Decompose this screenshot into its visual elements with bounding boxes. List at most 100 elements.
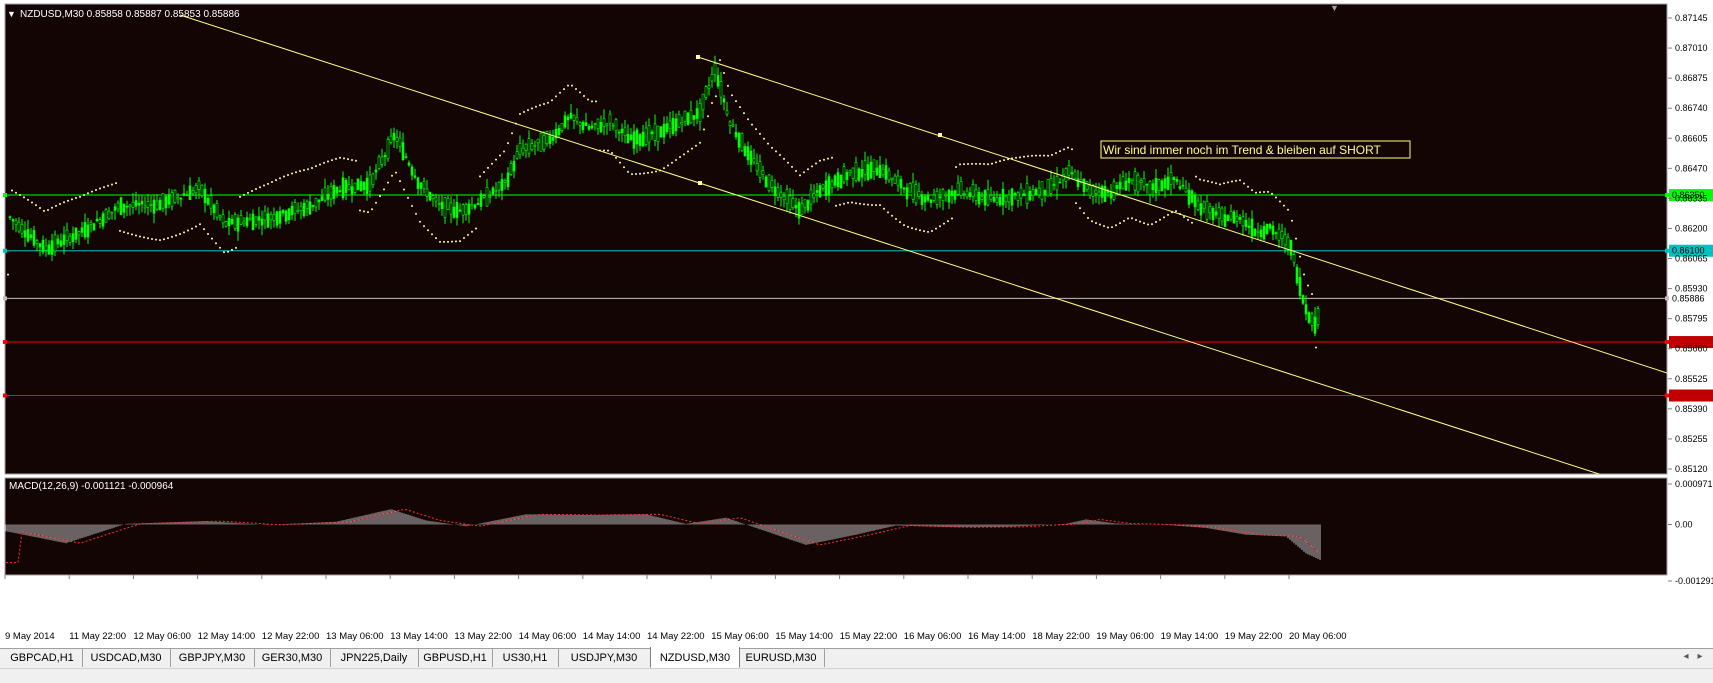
price-candle-body xyxy=(1139,180,1143,183)
price-candle-body xyxy=(710,74,714,82)
sar-dot xyxy=(615,156,617,159)
chart-canvas[interactable]: 0.863500.861000.85886 0.871450.870100.86… xyxy=(0,0,1713,650)
sar-dot xyxy=(1295,237,1297,240)
price-candle-body xyxy=(629,134,633,141)
price-candle-body xyxy=(788,195,792,210)
chart-window[interactable]: 0.86350 0.86100 0.85886 0.87145 0.87010 0.86… xyxy=(0,0,1713,650)
sar-dot xyxy=(95,189,97,192)
price-candle-body xyxy=(800,203,804,215)
sar-dot xyxy=(99,187,101,190)
price-candle-body xyxy=(884,165,888,180)
price-candle-body xyxy=(1217,207,1221,219)
sar-dot xyxy=(819,159,821,162)
tab-gbpusd-h1[interactable]: GBPUSD,H1 xyxy=(418,649,493,667)
tab-jpn225-daily[interactable]: JPN225,Daily xyxy=(330,649,419,667)
chart-menu-icon[interactable]: ▼ xyxy=(7,9,16,19)
price-candle-body xyxy=(227,217,231,227)
price-candle-body xyxy=(947,189,951,203)
price-candle-body xyxy=(887,170,891,181)
price-candle-body xyxy=(305,201,309,209)
price-candle-body xyxy=(905,187,909,200)
annotation-label[interactable]: Wir sind immer noch im Trend & bleiben a… xyxy=(1100,140,1411,159)
sar-dot xyxy=(383,188,385,191)
sar-dot xyxy=(771,146,773,149)
price-candle-body xyxy=(1067,165,1071,176)
price-candle-body xyxy=(728,121,732,127)
tab-gbpcad-h1[interactable]: GBPCAD,H1 xyxy=(2,649,83,667)
price-candle-body xyxy=(1073,171,1077,179)
price-tick-label: 0.86200 xyxy=(1675,223,1708,233)
sar-dot xyxy=(647,171,649,174)
sar-dot xyxy=(151,238,153,241)
sar-dot xyxy=(763,137,765,140)
price-candle-body xyxy=(527,138,531,154)
time-tick-label: 19 May 06:00 xyxy=(1096,631,1154,642)
sar-dot xyxy=(443,240,445,243)
tab-eurusd-m30[interactable]: EURUSD,M30 xyxy=(738,649,825,667)
price-candle-body xyxy=(1070,172,1074,175)
price-candle-body xyxy=(575,117,579,122)
tab-us30-h1[interactable]: US30,H1 xyxy=(492,649,559,667)
sar-dot xyxy=(979,162,981,165)
price-candle-body xyxy=(266,213,270,228)
price-candle-body xyxy=(950,190,954,197)
tab-ger30-m30[interactable]: GER30,M30 xyxy=(254,649,331,667)
sar-dot xyxy=(715,95,717,98)
level-handle xyxy=(1665,340,1669,345)
price-candle-body xyxy=(737,132,741,148)
sar-dot xyxy=(579,91,581,94)
macd-tick-label: 0.00 xyxy=(1675,520,1693,530)
sar-dot xyxy=(567,84,569,87)
price-candle-body xyxy=(14,220,18,225)
sar-dot xyxy=(1095,221,1097,224)
sar-dot xyxy=(795,170,797,173)
price-candle-body xyxy=(857,168,861,181)
price-candle-body xyxy=(821,184,825,189)
arrow-right-icon[interactable]: ▸ xyxy=(1693,651,1707,662)
arrow-left-icon[interactable]: ◂ xyxy=(1679,651,1693,662)
price-candle-body xyxy=(716,75,720,87)
sar-dot xyxy=(731,94,733,97)
sar-dot xyxy=(891,214,893,217)
price-candle-body xyxy=(563,115,567,128)
sar-dot xyxy=(495,158,497,161)
tab-nzdusd-m30[interactable]: NZDUSD,M30 xyxy=(650,647,740,668)
price-candle-body xyxy=(377,156,381,169)
price-candle-body xyxy=(422,181,426,189)
price-candle-body xyxy=(494,189,498,192)
level-handle xyxy=(3,248,7,253)
sar-dot xyxy=(639,172,641,175)
price-candle-body xyxy=(869,161,873,179)
sar-dot xyxy=(251,189,253,192)
shift-marker-icon[interactable]: ▼ xyxy=(1330,3,1339,13)
level-handle xyxy=(3,193,7,198)
price-candle-body xyxy=(806,200,810,211)
sar-dot xyxy=(219,246,221,249)
price-candle-body xyxy=(56,238,60,245)
price-tick-label: 0.86470 xyxy=(1675,163,1708,173)
sar-dot xyxy=(791,165,793,168)
price-candle-body xyxy=(608,113,612,124)
sar-dot xyxy=(747,118,749,121)
price-candle-body xyxy=(1271,225,1275,235)
price-candle-body xyxy=(734,132,738,138)
price-candle-body xyxy=(689,109,693,124)
price-candle-body xyxy=(1022,193,1026,197)
sar-dot xyxy=(723,71,725,74)
sar-dot xyxy=(863,203,865,206)
price-candle-body xyxy=(26,229,30,242)
price-tick-label: 0.86740 xyxy=(1675,103,1708,113)
price-candle-body xyxy=(407,162,411,166)
price-candle-body xyxy=(1112,181,1116,200)
tab-usdcad-m30[interactable]: USDCAD,M30 xyxy=(82,649,171,667)
price-candle-body xyxy=(815,190,819,193)
sar-dot xyxy=(1055,151,1057,154)
price-candle-body xyxy=(530,143,534,151)
price-candle-body xyxy=(1109,192,1113,199)
sar-dot xyxy=(471,230,473,233)
price-candle-body xyxy=(1004,195,1008,203)
tab-usdjpy-m30[interactable]: USDJPY,M30 xyxy=(558,649,651,667)
tab-gbpjpy-m30[interactable]: GBPJPY,M30 xyxy=(170,649,255,667)
sar-dot xyxy=(187,229,189,232)
price-candle-body xyxy=(1094,189,1098,194)
